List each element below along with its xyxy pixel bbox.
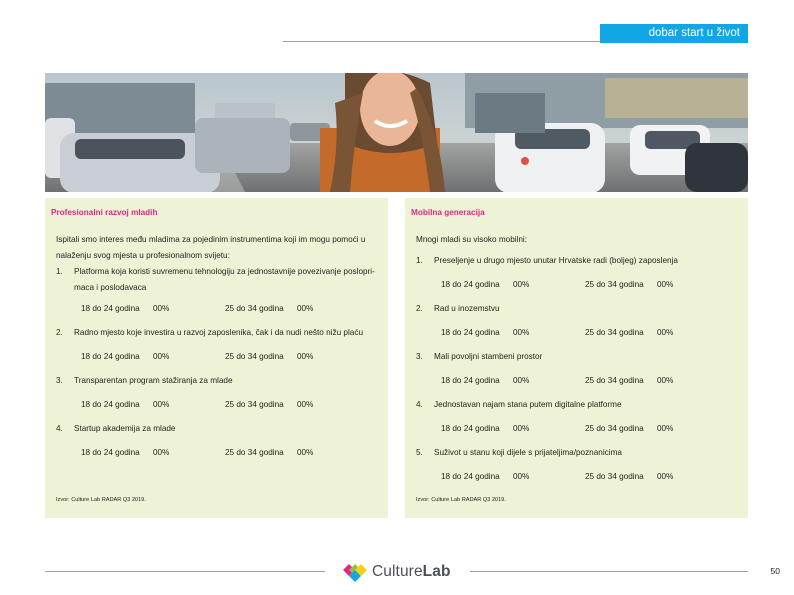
- page-number: 50: [770, 566, 780, 576]
- age-group-label: 18 do 24 godina: [81, 304, 140, 313]
- item-text: Preseljenje u drugo mjesto unutar Hrvats…: [434, 256, 678, 265]
- header-rule: [283, 41, 602, 42]
- age-group-value: 00%: [153, 400, 170, 409]
- age-group-label: 18 do 24 godina: [441, 424, 500, 433]
- list-item: 1. Platforma koja koristi suvremenu tehn…: [56, 264, 378, 296]
- age-group-label: 18 do 24 godina: [441, 328, 500, 337]
- item-number: 4.: [56, 424, 63, 433]
- item-text: Mali povoljni stambeni prostor: [434, 352, 543, 361]
- list-item: 2. Rad u inozemstvu: [416, 301, 738, 317]
- list-item: 3. Transparentan program stažiranja za m…: [56, 373, 378, 389]
- age-group-value: 00%: [657, 280, 674, 289]
- age-group-value: 00%: [513, 328, 530, 337]
- item-text: Radno mjesto koje investira u razvoj zap…: [74, 328, 363, 337]
- source-note: Izvor: Culture Lab RADAR Q3 2019.: [416, 497, 506, 503]
- culturelab-logo: CultureLab: [343, 561, 451, 583]
- item-text: Transparentan program stažiranja za mlad…: [74, 376, 233, 385]
- panel-intro: Mnogi mladi su visoko mobilni:: [416, 235, 528, 244]
- age-group-label: 18 do 24 godina: [441, 472, 500, 481]
- age-group-value: 00%: [513, 376, 530, 385]
- age-group-value: 00%: [657, 424, 674, 433]
- item-number: 3.: [56, 376, 63, 385]
- hero-photo: [45, 73, 748, 192]
- culturelab-logo-icon: [343, 564, 367, 582]
- list-item: 1. Preseljenje u drugo mjesto unutar Hrv…: [416, 253, 738, 269]
- item-text: Jednostavan najam stana putem digitalne …: [434, 400, 622, 409]
- list-item: 2. Radno mjesto koje investira u razvoj …: [56, 325, 378, 341]
- age-group-value: 00%: [657, 472, 674, 481]
- age-group-label: 18 do 24 godina: [81, 448, 140, 457]
- header-tagline: dobar start u život: [600, 24, 748, 43]
- list-item: 3. Mali povoljni stambeni prostor: [416, 349, 738, 365]
- age-group-label: 25 do 34 godina: [585, 328, 644, 337]
- age-group-label: 18 do 24 godina: [81, 352, 140, 361]
- item-number: 1.: [416, 256, 423, 265]
- item-number: 3.: [416, 352, 423, 361]
- item-number: 5.: [416, 448, 423, 457]
- age-values: 18 do 24 godina 00% 25 do 34 godina 00%: [81, 352, 381, 364]
- age-group-label: 18 do 24 godina: [441, 376, 500, 385]
- age-group-value: 00%: [297, 448, 314, 457]
- list-item: 4. Jednostavan najam stana putem digital…: [416, 397, 738, 413]
- age-group-label: 25 do 34 godina: [225, 352, 284, 361]
- age-group-value: 00%: [153, 448, 170, 457]
- age-values: 18 do 24 godina 00% 25 do 34 godina 00%: [441, 424, 741, 436]
- footer-rule-right: [470, 571, 748, 572]
- age-group-label: 25 do 34 godina: [225, 400, 284, 409]
- age-values: 18 do 24 godina 00% 25 do 34 godina 00%: [441, 472, 741, 484]
- age-group-value: 00%: [297, 304, 314, 313]
- age-group-label: 18 do 24 godina: [441, 280, 500, 289]
- age-values: 18 do 24 godina 00% 25 do 34 godina 00%: [441, 328, 741, 340]
- panel-professional-development: Profesionalni razvoj mladih Ispitali smo…: [45, 198, 388, 518]
- logo-part-2: Lab: [422, 563, 451, 580]
- panel-mobile-generation: Mobilna generacija Mnogi mladi su visoko…: [405, 198, 748, 518]
- age-values: 18 do 24 godina 00% 25 do 34 godina 00%: [81, 400, 381, 412]
- age-values: 18 do 24 godina 00% 25 do 34 godina 00%: [81, 448, 381, 460]
- panel-title: Profesionalni razvoj mladih: [51, 208, 158, 217]
- age-group-value: 00%: [153, 304, 170, 313]
- footer-rule-left: [45, 571, 325, 572]
- age-group-label: 25 do 34 godina: [585, 376, 644, 385]
- age-group-label: 25 do 34 godina: [585, 280, 644, 289]
- age-group-label: 25 do 34 godina: [225, 304, 284, 313]
- age-group-value: 00%: [513, 424, 530, 433]
- item-number: 4.: [416, 400, 423, 409]
- age-group-value: 00%: [657, 328, 674, 337]
- logo-wordmark: CultureLab: [372, 563, 451, 581]
- age-group-value: 00%: [297, 400, 314, 409]
- age-group-value: 00%: [513, 280, 530, 289]
- age-group-value: 00%: [513, 472, 530, 481]
- age-group-label: 25 do 34 godina: [225, 448, 284, 457]
- age-values: 18 do 24 godina 00% 25 do 34 godina 00%: [441, 376, 741, 388]
- age-values: 18 do 24 godina 00% 25 do 34 godina 00%: [81, 304, 381, 316]
- item-text: Platforma koja koristi suvremenu tehnolo…: [74, 267, 375, 292]
- item-number: 2.: [56, 328, 63, 337]
- age-values: 18 do 24 godina 00% 25 do 34 godina 00%: [441, 280, 741, 292]
- age-group-label: 25 do 34 godina: [585, 472, 644, 481]
- logo-part-1: Culture: [372, 563, 423, 580]
- hero-photo-illustration: [45, 73, 748, 192]
- item-text: Startup akademija za mlade: [74, 424, 176, 433]
- age-group-label: 25 do 34 godina: [585, 424, 644, 433]
- list-item: 5. Suživot u stanu koji dijele s prijate…: [416, 445, 738, 461]
- age-group-label: 18 do 24 godina: [81, 400, 140, 409]
- panel-title: Mobilna generacija: [411, 208, 485, 217]
- item-text: Suživot u stanu koji dijele s prijatelji…: [434, 448, 622, 457]
- item-number: 2.: [416, 304, 423, 313]
- age-group-value: 00%: [297, 352, 314, 361]
- source-note: Izvor: Culture Lab RADAR Q3 2019.: [56, 497, 146, 503]
- list-item: 4. Startup akademija za mlade: [56, 421, 378, 437]
- item-text: Rad u inozemstvu: [434, 304, 500, 313]
- age-group-value: 00%: [657, 376, 674, 385]
- item-number: 1.: [56, 267, 63, 276]
- panel-intro: Ispitali smo interes među mladima za poj…: [56, 235, 366, 260]
- age-group-value: 00%: [153, 352, 170, 361]
